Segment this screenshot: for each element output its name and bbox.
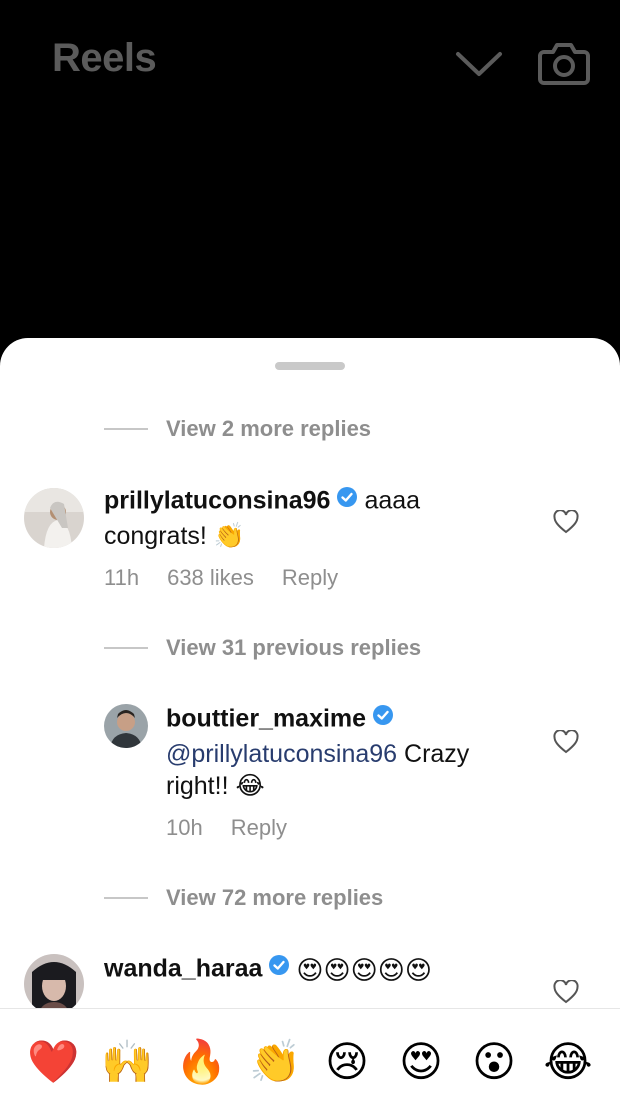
comment-text: prillylatuconsina96 aaaa congrats! 👏	[104, 484, 524, 552]
page-title: Reels	[52, 36, 157, 80]
comment-text: wanda_haraa 😍😍😍😍😍	[104, 952, 544, 988]
reply-button[interactable]: Reply	[282, 565, 338, 590]
view-previous-replies-button[interactable]: View 31 previous replies	[166, 635, 421, 661]
comments-sheet: View 2 more replies prillylatuconsina96 a…	[0, 338, 620, 1101]
comment-time: 11h	[104, 565, 140, 590]
comment-body: 😍😍😍😍😍	[296, 955, 432, 985]
avatar[interactable]	[24, 488, 84, 548]
emoji-clap-button[interactable]: 👏	[249, 1037, 301, 1087]
emoji-fire-button[interactable]: 🔥	[175, 1037, 227, 1087]
drag-handle[interactable]	[275, 362, 345, 370]
verified-badge-icon	[268, 952, 290, 984]
comment-username[interactable]: prillylatuconsina96	[104, 487, 330, 515]
divider	[104, 428, 148, 430]
view-more-replies-button[interactable]: View 72 more replies	[166, 885, 383, 911]
divider	[104, 647, 148, 649]
comment-meta: 11h 638 likes Reply	[104, 565, 366, 591]
emoji-laughing-button[interactable]: 😂	[543, 1037, 593, 1087]
avatar[interactable]	[104, 704, 148, 748]
comment-likes[interactable]: 638 likes	[167, 565, 254, 590]
emoji-surprised-button[interactable]: 😮	[469, 1037, 519, 1087]
top-bar: Reels	[0, 0, 620, 340]
mention-link[interactable]: @prillylatuconsina96	[166, 740, 397, 768]
heart-icon[interactable]	[553, 729, 579, 754]
emoji-raised-hands-button[interactable]: 🙌	[101, 1037, 153, 1087]
emoji-heart-button[interactable]: ❤️	[27, 1037, 79, 1087]
comment-username[interactable]: wanda_haraa	[104, 955, 262, 983]
avatar[interactable]	[24, 954, 84, 1014]
divider	[104, 897, 148, 899]
reply-username[interactable]: bouttier_maxime	[166, 705, 366, 733]
heart-icon[interactable]	[553, 509, 579, 534]
view-more-replies-button[interactable]: View 2 more replies	[166, 416, 371, 442]
camera-icon[interactable]	[538, 38, 590, 88]
reply-text: bouttier_maxime @prillylatuconsina96 Cra…	[166, 702, 536, 802]
chevron-down-icon[interactable]	[452, 42, 506, 86]
reply-button[interactable]: Reply	[231, 815, 287, 840]
reply-meta: 10h Reply	[166, 815, 315, 841]
emoji-reaction-bar: ❤️ 🙌 🔥 👏 😢 😍 😮 😂	[0, 1008, 620, 1102]
emoji-heart-eyes-button[interactable]: 😍	[396, 1037, 446, 1087]
heart-icon[interactable]	[553, 979, 579, 1004]
verified-badge-icon	[372, 702, 394, 734]
emoji-crying-button[interactable]: 😢	[322, 1037, 372, 1087]
verified-badge-icon	[336, 484, 358, 516]
reply-time: 10h	[166, 815, 203, 840]
